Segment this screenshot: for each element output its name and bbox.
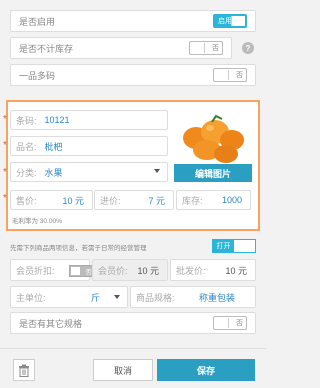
stock-field[interactable]: 库存: 1000 (176, 190, 251, 210)
barcode-field[interactable]: 条码: 10121 (10, 110, 168, 130)
cancel-button[interactable]: 取消 (93, 359, 153, 381)
member-discount-label: 会员折扣: (16, 265, 55, 276)
member-open-toggle[interactable]: 打开 (212, 239, 256, 253)
enable-row: 是否启用 启用 (10, 10, 256, 32)
barcode-value: 10121 (44, 115, 70, 125)
toggle-knob (71, 267, 80, 275)
other-spec-toggle-text: 否 (236, 320, 243, 327)
stock-label: 库存: (182, 195, 203, 206)
no-stock-toggle-text: 否 (212, 45, 219, 52)
member-price-field[interactable]: 会员价: 10 元 (92, 259, 168, 281)
required-star: * (3, 114, 7, 125)
member-hint: 先需下列商品两项信息，若需于日常的经营管理 (10, 245, 147, 252)
product-edit-panel: 是否启用 启用 是否不计库存 否 ? 一品多码 否 * 条码: 10121 * … (0, 0, 266, 388)
sale-price-label: 售价: (16, 195, 37, 206)
category-label: 分类: (16, 167, 37, 178)
profit-rate-text: 毛利率为 30.00% (12, 218, 62, 225)
chevron-down-icon (114, 295, 120, 299)
category-value: 水果 (44, 167, 63, 178)
unit-select[interactable]: 主单位: 斤 (10, 286, 128, 308)
toggle-knob (231, 16, 245, 26)
chevron-down-icon (154, 169, 160, 173)
purchase-price-field[interactable]: 进价: 7 元 (94, 190, 174, 210)
product-photo[interactable]: 编辑图片 (174, 110, 252, 182)
name-field[interactable]: 品名: 枇杷 (10, 136, 168, 156)
unit-value: 斤 (91, 292, 101, 303)
sale-price-field[interactable]: 售价: 10 元 (10, 190, 93, 210)
member-price-label: 会员价: (98, 265, 128, 276)
member-price-value: 10 元 (137, 265, 159, 276)
toggle-knob (215, 70, 229, 80)
no-stock-row: 是否不计库存 否 (10, 37, 232, 59)
stock-value: 1000 (221, 195, 242, 205)
unit-label: 主单位: (16, 292, 46, 303)
trash-icon (19, 364, 29, 377)
name-value: 枇杷 (44, 141, 63, 152)
toggle-knob (191, 43, 205, 53)
name-label: 品名: (16, 141, 37, 152)
required-star: * (3, 140, 7, 151)
sale-price-value: 10 元 (62, 195, 84, 206)
toggle-off-half (234, 240, 255, 252)
spec-field[interactable]: 商品规格: 称重包装 (130, 286, 256, 308)
required-star: * (3, 193, 7, 204)
multi-code-toggle[interactable]: 否 (213, 68, 247, 82)
multi-code-toggle-text: 否 (236, 72, 243, 79)
other-spec-row: 是否有其它规格 否 (10, 312, 256, 334)
multi-code-row: 一品多码 否 (10, 64, 256, 86)
category-select[interactable]: 分类: 水果 (10, 162, 168, 182)
save-button[interactable]: 保存 (157, 359, 255, 381)
spec-label: 商品规格: (136, 292, 175, 303)
enable-toggle-text: 启用 (218, 18, 232, 25)
toggle-knob (215, 318, 229, 328)
barcode-label: 条码: (16, 115, 37, 126)
spec-value: 称重包装 (199, 292, 236, 303)
wholesale-price-field[interactable]: 批发价: 10 元 (170, 259, 256, 281)
edit-image-button[interactable]: 编辑图片 (174, 164, 252, 182)
wholesale-label: 批发价: (176, 265, 206, 276)
member-discount-field: 会员折扣: 否 (10, 259, 95, 281)
wholesale-value: 10 元 (225, 265, 247, 276)
other-spec-toggle[interactable]: 否 (213, 316, 247, 330)
enable-toggle[interactable]: 启用 (213, 14, 247, 28)
purchase-price-label: 进价: (100, 195, 121, 206)
required-star: * (3, 167, 7, 178)
open-label: 打开 (213, 240, 234, 252)
no-stock-toggle[interactable]: 否 (189, 41, 223, 55)
purchase-price-value: 7 元 (148, 195, 165, 206)
footer-bar: 取消 保存 (0, 348, 266, 388)
delete-button[interactable] (13, 359, 35, 381)
help-icon[interactable]: ? (242, 42, 254, 54)
